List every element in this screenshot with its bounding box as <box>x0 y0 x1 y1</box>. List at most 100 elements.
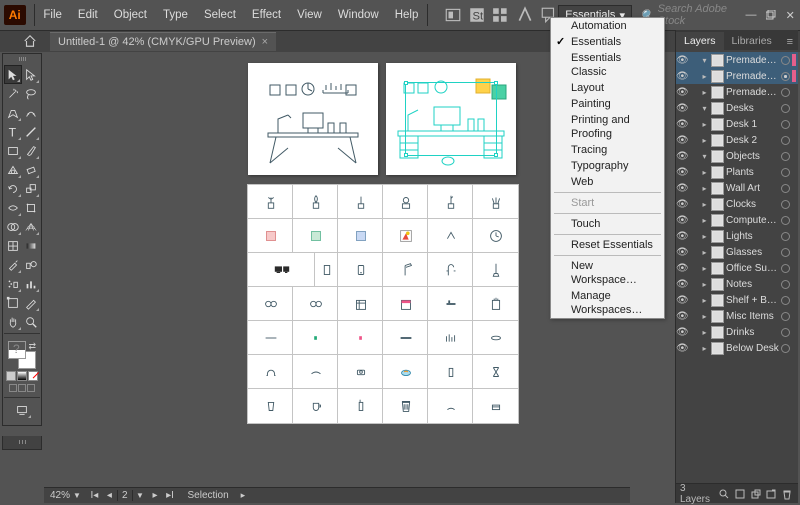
perspective-grid-tool[interactable] <box>22 217 40 236</box>
workspace-item-web[interactable]: Web <box>551 174 664 190</box>
draw-inside-icon[interactable] <box>27 384 35 392</box>
layer-row[interactable]: 👁Wall Art <box>676 180 798 196</box>
target-icon[interactable] <box>781 88 790 97</box>
swap-fill-stroke-icon[interactable]: ⇄ <box>28 341 36 352</box>
first-artboard-icon[interactable]: I◂ <box>87 490 102 501</box>
visibility-toggle-icon[interactable]: 👁 <box>676 215 688 226</box>
workspace-item-tracing[interactable]: Tracing <box>551 142 664 158</box>
menu-view[interactable]: View <box>290 5 329 25</box>
visibility-toggle-icon[interactable]: 👁 <box>676 327 688 338</box>
layer-name-label[interactable]: Below Desk <box>726 343 779 354</box>
rotate-tool[interactable] <box>4 179 22 198</box>
disclosure-arrow-icon[interactable] <box>700 88 709 97</box>
rectangle-tool[interactable] <box>4 141 22 160</box>
disclosure-arrow-icon[interactable] <box>700 104 709 113</box>
gradient-tool[interactable] <box>22 236 40 255</box>
target-icon[interactable] <box>781 248 790 257</box>
layer-row[interactable]: 👁 Desks <box>676 100 798 116</box>
layer-tree[interactable]: 👁Premade Scenes👁Premade …👁Premade …👁Desk… <box>676 50 798 358</box>
layer-name-label[interactable]: Desk 2 <box>726 135 779 146</box>
layer-name-label[interactable]: Premade … <box>726 87 779 98</box>
visibility-toggle-icon[interactable]: 👁 <box>676 295 688 306</box>
artboard-dropdown-icon[interactable]: ▼ <box>133 491 148 500</box>
stock-icon[interactable]: St <box>468 6 486 24</box>
layer-name-label[interactable]: Objects <box>726 151 779 162</box>
layer-row[interactable]: 👁Premade … <box>676 84 798 100</box>
menu-window[interactable]: Window <box>331 5 386 25</box>
visibility-toggle-icon[interactable]: 👁 <box>676 119 688 130</box>
menu-object[interactable]: Object <box>107 5 154 25</box>
new-layer-icon[interactable] <box>764 486 778 502</box>
layer-name-label[interactable]: Glasses <box>726 247 779 258</box>
visibility-toggle-icon[interactable]: 👁 <box>676 103 688 114</box>
slice-tool[interactable] <box>22 293 40 312</box>
fill-swatch[interactable] <box>8 341 26 359</box>
none-mode-icon[interactable] <box>28 371 38 381</box>
gpu-icon[interactable] <box>516 6 534 24</box>
menu-type[interactable]: Type <box>156 5 195 25</box>
artboard-number[interactable]: 2 <box>117 490 133 501</box>
zoom-level[interactable]: 42%▼ <box>44 490 87 501</box>
workspace-item-reset[interactable]: Reset Essentials <box>551 237 664 253</box>
workspace-item-touch[interactable]: Touch <box>551 216 664 232</box>
layer-row[interactable]: 👁Drinks <box>676 324 798 340</box>
layer-row[interactable]: 👁Premade … <box>676 68 798 84</box>
layer-row[interactable]: 👁Clocks <box>676 196 798 212</box>
magic-wand-tool[interactable] <box>4 84 22 103</box>
layer-row[interactable]: 👁Computer… <box>676 212 798 228</box>
target-icon[interactable] <box>781 312 790 321</box>
arrange-documents-icon[interactable] <box>492 6 510 24</box>
layer-row[interactable]: 👁Glasses <box>676 244 798 260</box>
target-icon[interactable] <box>781 120 790 129</box>
workspace-item-layout[interactable]: Layout <box>551 80 664 96</box>
target-icon[interactable] <box>781 232 790 241</box>
chevron-right-icon[interactable]: ▸ <box>241 490 246 501</box>
draw-normal-icon[interactable] <box>9 384 17 392</box>
gradient-mode-icon[interactable] <box>17 371 27 381</box>
symbol-sprayer-tool[interactable] <box>4 274 22 293</box>
shape-builder-tool[interactable] <box>4 217 22 236</box>
visibility-toggle-icon[interactable]: 👁 <box>676 231 688 242</box>
disclosure-arrow-icon[interactable] <box>700 296 709 305</box>
layer-name-label[interactable]: Shelf + B… <box>726 295 779 306</box>
layer-row[interactable]: 👁 Plants <box>676 164 798 180</box>
layer-row[interactable]: 👁Lights <box>676 228 798 244</box>
last-artboard-icon[interactable]: ▸I <box>163 490 178 501</box>
shaper-tool[interactable] <box>4 160 22 179</box>
target-icon[interactable] <box>781 72 790 81</box>
menu-select[interactable]: Select <box>197 5 243 25</box>
disclosure-arrow-icon[interactable] <box>700 312 709 321</box>
menu-edit[interactable]: Edit <box>71 5 105 25</box>
disclosure-arrow-icon[interactable] <box>700 168 709 177</box>
disclosure-arrow-icon[interactable] <box>700 280 709 289</box>
visibility-toggle-icon[interactable]: 👁 <box>676 135 688 146</box>
eraser-tool[interactable] <box>22 160 40 179</box>
toolbox-collapse-grip[interactable] <box>2 436 42 450</box>
artboard-scene-2-selected[interactable] <box>386 63 516 175</box>
layer-name-label[interactable]: Premade Scenes <box>726 55 779 66</box>
workspace-item-typography[interactable]: Typography <box>551 158 664 174</box>
disclosure-arrow-icon[interactable] <box>700 328 709 337</box>
menu-effect[interactable]: Effect <box>245 5 288 25</box>
target-icon[interactable] <box>781 136 790 145</box>
disclosure-arrow-icon[interactable] <box>700 344 709 353</box>
target-icon[interactable] <box>781 344 790 353</box>
create-sublayer-icon[interactable] <box>749 486 763 502</box>
layer-row[interactable]: 👁Notes <box>676 276 798 292</box>
target-icon[interactable] <box>781 280 790 289</box>
layer-row[interactable]: 👁 Desk 2 <box>676 132 798 148</box>
visibility-toggle-icon[interactable]: 👁 <box>676 167 688 178</box>
layer-row[interactable]: 👁Desk 1 <box>676 116 798 132</box>
target-icon[interactable] <box>781 200 790 209</box>
target-icon[interactable] <box>781 152 790 161</box>
disclosure-arrow-icon[interactable] <box>700 184 709 193</box>
visibility-toggle-icon[interactable]: 👁 <box>676 311 688 322</box>
locate-object-icon[interactable] <box>717 486 731 502</box>
layer-name-label[interactable]: Plants <box>726 167 779 178</box>
layer-name-label[interactable]: Clocks <box>726 199 779 210</box>
target-icon[interactable] <box>781 184 790 193</box>
panel-menu-icon[interactable]: ≡ <box>782 34 798 50</box>
layer-name-label[interactable]: Desks <box>726 103 779 114</box>
workspace-item-automation[interactable]: Automation <box>551 18 664 34</box>
column-graph-tool[interactable] <box>22 274 40 293</box>
